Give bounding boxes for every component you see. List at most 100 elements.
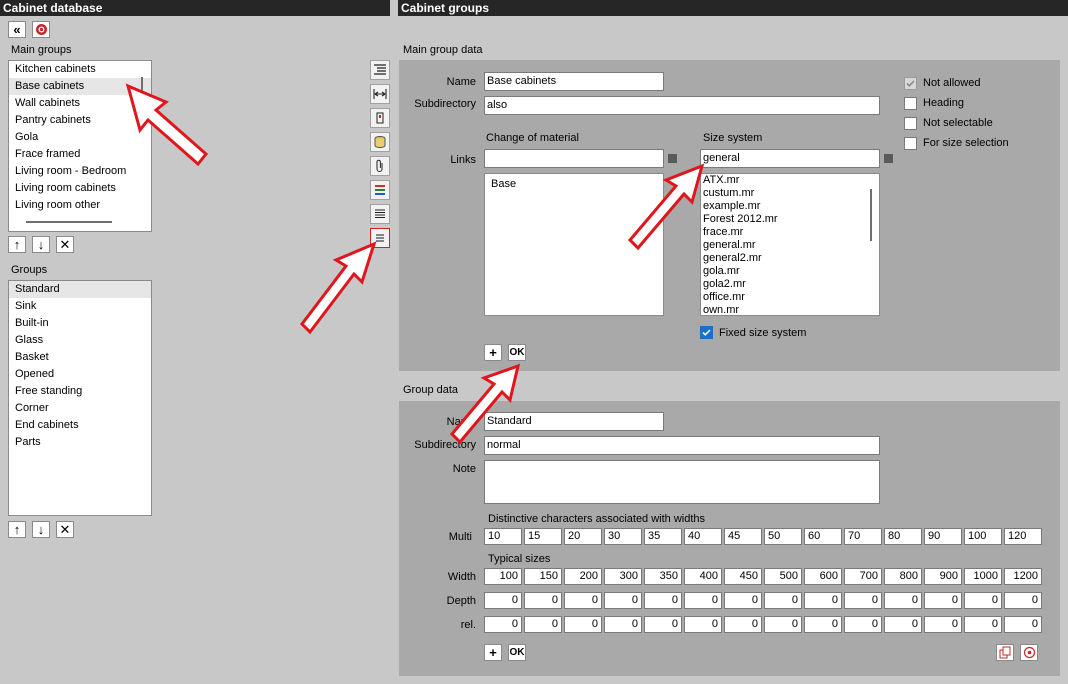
width-cell[interactable]: 200 <box>564 568 602 585</box>
size-file-item[interactable]: own.mr <box>701 304 879 315</box>
depth-cell[interactable]: 0 <box>484 592 522 609</box>
g-add-button[interactable]: + <box>484 644 502 661</box>
g-name-field[interactable]: Standard <box>484 412 664 431</box>
depth-cell[interactable]: 0 <box>884 592 922 609</box>
main-groups-vscroll[interactable] <box>141 77 143 97</box>
main-group-item[interactable]: Kitchen cabinets <box>9 61 151 78</box>
g-subdirectory-field[interactable]: normal <box>484 436 880 455</box>
depth-cell[interactable]: 0 <box>684 592 722 609</box>
main-group-item[interactable]: Pantry cabinets <box>9 112 151 129</box>
group-item[interactable]: Opened <box>9 366 151 383</box>
g-ok-button[interactable]: OK <box>508 644 526 661</box>
main-groups-delete-button[interactable]: ✕ <box>56 236 74 253</box>
width-cell[interactable]: 350 <box>644 568 682 585</box>
for-size-selection-checkbox[interactable] <box>904 137 917 150</box>
multi-cell[interactable]: 120 <box>1004 528 1042 545</box>
groups-list[interactable]: Standard Sink Built-in Glass Basket Opened Fre… <box>8 280 152 516</box>
width-cell[interactable]: 700 <box>844 568 882 585</box>
depth-cell[interactable]: 0 <box>524 592 562 609</box>
width-cell[interactable]: 1000 <box>964 568 1002 585</box>
mg-add-button[interactable]: + <box>484 344 502 361</box>
width-cell[interactable]: 100 <box>484 568 522 585</box>
main-group-item[interactable]: Gola <box>9 129 151 146</box>
size-file-item[interactable]: office.mr <box>701 291 879 304</box>
links-picker-icon[interactable] <box>668 154 677 163</box>
depth-cell[interactable]: 0 <box>724 592 762 609</box>
main-group-item[interactable]: Living room other <box>9 197 151 214</box>
note-field[interactable] <box>484 460 880 504</box>
rel-cell[interactable]: 0 <box>884 616 922 633</box>
depth-cell[interactable]: 0 <box>604 592 642 609</box>
rel-cell[interactable]: 0 <box>484 616 522 633</box>
size-files-list[interactable]: ATX.mr custum.mr example.mr Forest 2012.mr f… <box>700 173 880 316</box>
groups-up-button[interactable]: ↑ <box>8 521 26 538</box>
groups-delete-button[interactable]: ✕ <box>56 521 74 538</box>
text-lines-button[interactable] <box>370 228 390 248</box>
multi-cell[interactable]: 40 <box>684 528 722 545</box>
mg-name-field[interactable]: Base cabinets <box>484 72 664 91</box>
links-list[interactable]: Base <box>484 173 664 316</box>
size-system-field[interactable]: general <box>700 149 880 168</box>
multi-cell[interactable]: 30 <box>604 528 642 545</box>
paperclip-button[interactable] <box>370 156 390 176</box>
close-button[interactable] <box>32 21 50 38</box>
size-system-picker-icon[interactable] <box>884 154 893 163</box>
main-groups-down-button[interactable]: ↓ <box>32 236 50 253</box>
multi-cell[interactable]: 60 <box>804 528 842 545</box>
multi-cell[interactable]: 100 <box>964 528 1002 545</box>
size-file-item[interactable]: general2.mr <box>701 252 879 265</box>
group-item[interactable]: End cabinets <box>9 417 151 434</box>
multi-cell[interactable]: 35 <box>644 528 682 545</box>
depth-cell[interactable]: 0 <box>644 592 682 609</box>
mg-subdirectory-field[interactable]: also <box>484 96 880 115</box>
size-file-item[interactable]: Forest 2012.mr <box>701 213 879 226</box>
width-cell[interactable]: 1200 <box>1004 568 1042 585</box>
depth-cell[interactable]: 0 <box>844 592 882 609</box>
width-cell[interactable]: 800 <box>884 568 922 585</box>
depth-cell[interactable]: 0 <box>764 592 802 609</box>
rel-cell[interactable]: 0 <box>964 616 1002 633</box>
depth-cell[interactable]: 0 <box>564 592 602 609</box>
main-group-item[interactable]: Wall cabinets <box>9 95 151 112</box>
depth-cell[interactable]: 0 <box>1004 592 1042 609</box>
groups-down-button[interactable]: ↓ <box>32 521 50 538</box>
size-file-item[interactable]: gola.mr <box>701 265 879 278</box>
multi-cell[interactable]: 10 <box>484 528 522 545</box>
multi-cell[interactable]: 80 <box>884 528 922 545</box>
main-group-item[interactable]: Base cabinets <box>9 78 151 95</box>
collapse-button[interactable]: « <box>8 21 26 38</box>
rel-cell[interactable]: 0 <box>1004 616 1042 633</box>
depth-cell[interactable]: 0 <box>924 592 962 609</box>
size-file-item[interactable]: ATX.mr <box>701 174 879 187</box>
database-stack-button[interactable] <box>370 132 390 152</box>
copy-button[interactable] <box>996 644 1014 661</box>
rel-cell[interactable]: 0 <box>804 616 842 633</box>
door-handle-button[interactable] <box>370 108 390 128</box>
mg-ok-button[interactable]: OK <box>508 344 526 361</box>
size-file-item[interactable]: example.mr <box>701 200 879 213</box>
group-item[interactable]: Built-in <box>9 315 151 332</box>
group-item[interactable]: Parts <box>9 434 151 451</box>
lines-list-button[interactable] <box>370 204 390 224</box>
not-allowed-checkbox[interactable] <box>904 77 917 90</box>
group-item[interactable]: Free standing <box>9 383 151 400</box>
width-cell[interactable]: 450 <box>724 568 762 585</box>
multi-cell[interactable]: 20 <box>564 528 602 545</box>
multi-cell[interactable]: 15 <box>524 528 562 545</box>
links-field[interactable] <box>484 149 664 168</box>
main-group-item[interactable]: Living room - Bedroom <box>9 163 151 180</box>
rel-cell[interactable]: 0 <box>524 616 562 633</box>
group-item[interactable]: Glass <box>9 332 151 349</box>
main-group-item[interactable]: Living room cabinets <box>9 180 151 197</box>
main-groups-hscroll[interactable] <box>26 221 112 223</box>
rel-cell[interactable]: 0 <box>724 616 762 633</box>
rel-cell[interactable]: 0 <box>844 616 882 633</box>
rel-cell[interactable]: 0 <box>564 616 602 633</box>
width-cell[interactable]: 400 <box>684 568 722 585</box>
fixed-size-checkbox[interactable] <box>700 326 713 339</box>
heading-checkbox[interactable] <box>904 97 917 110</box>
size-file-item[interactable]: custum.mr <box>701 187 879 200</box>
width-cell[interactable]: 600 <box>804 568 842 585</box>
width-cell[interactable]: 150 <box>524 568 562 585</box>
target-button[interactable] <box>1020 644 1038 661</box>
